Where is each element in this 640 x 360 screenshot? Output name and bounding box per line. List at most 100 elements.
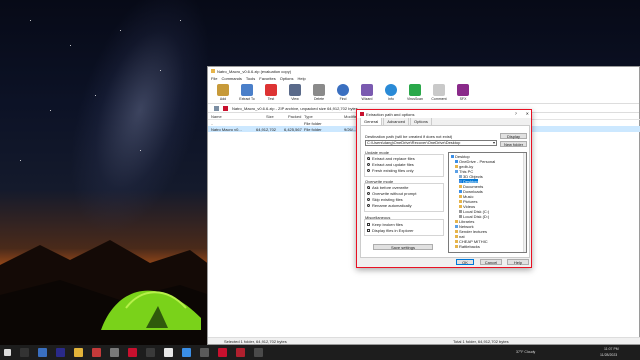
tree-node-downloads[interactable]: Downloads (459, 189, 483, 194)
update-option-2[interactable]: Extract and update files (367, 162, 414, 167)
col-size[interactable]: Size (266, 114, 274, 119)
radio-icon (367, 204, 370, 207)
tab-options[interactable]: Options (410, 117, 432, 125)
folder-icon (459, 179, 462, 183)
tree-node-this-pc[interactable]: This PC (455, 169, 473, 174)
up-folder-icon[interactable] (214, 105, 219, 111)
tree-node-3d-objects[interactable]: 3D Objects (459, 174, 483, 179)
close-icon[interactable]: ✕ (526, 111, 529, 116)
folder-icon (455, 234, 458, 238)
menu-commands[interactable]: Commands (221, 76, 241, 81)
tree-node-folder[interactable]: Rattlebacks (455, 244, 480, 249)
app-icon[interactable] (182, 348, 191, 357)
clock-date[interactable]: 11/28/2023 (600, 353, 617, 357)
search-icon[interactable] (20, 348, 29, 357)
tree-node-folder[interactable]: nat (455, 234, 465, 239)
app-icon[interactable] (74, 348, 83, 357)
folder-icon (459, 204, 462, 208)
tree-node-desktop-selected[interactable]: Desktop (459, 179, 478, 184)
update-option-1[interactable]: Extract and replace files (367, 156, 415, 161)
app-icon[interactable] (164, 348, 173, 357)
tree-node-local-disk-d[interactable]: Local Disk (D:) (459, 214, 489, 219)
window-titlebar: Natro_Macro_v0.6.6.zip (evaluation copy) (208, 67, 639, 75)
app-icon[interactable] (200, 348, 209, 357)
app-icon[interactable] (218, 348, 227, 357)
tree-node-network[interactable]: Network (455, 224, 474, 229)
chevron-down-icon[interactable]: ▾ (493, 141, 495, 145)
tab-general[interactable]: General (360, 117, 383, 125)
menu-favorites[interactable]: Favorites (259, 76, 275, 81)
dialog-body: Destination path (will be created if doe… (360, 125, 530, 258)
test-button[interactable]: Test (262, 82, 280, 101)
tree-scrollbar[interactable] (523, 153, 526, 252)
sfx-button[interactable]: SFX (454, 82, 472, 101)
clock-time[interactable]: 11:07 PM (604, 347, 619, 351)
tree-node-pictures[interactable]: Pictures (459, 199, 477, 204)
destination-path-input[interactable]: C:\Users\dang\OneDrive\Recover\OneDrive\… (365, 140, 497, 146)
tree-node-documents[interactable]: Documents (459, 184, 483, 189)
drive-icon (459, 214, 462, 218)
help-icon[interactable]: ? (515, 111, 517, 116)
add-button[interactable]: Add (214, 82, 232, 101)
display-in-explorer-checkbox[interactable]: Display files in Explorer (367, 228, 414, 233)
col-name[interactable]: Name (211, 114, 222, 119)
overwrite-option-3[interactable]: Skip existing files (367, 197, 403, 202)
app-icon[interactable] (236, 348, 245, 357)
tree-node-folder[interactable]: CHEAP MITHIC (455, 239, 488, 244)
extraction-dialog: Extraction path and options ? ✕ General … (356, 109, 532, 268)
tree-node-libraries[interactable]: Libraries (455, 219, 474, 224)
wizard-button[interactable]: Wizard (358, 82, 376, 101)
tree-node-music[interactable]: Music (459, 194, 473, 199)
app-icon[interactable] (92, 348, 101, 357)
star (140, 150, 141, 151)
tree-node-user[interactable]: gedb-ky (455, 164, 473, 169)
new-folder-button[interactable]: New folder (500, 141, 527, 147)
help-button[interactable]: Help (507, 259, 529, 265)
star (120, 30, 121, 31)
app-icon[interactable] (56, 348, 65, 357)
view-button[interactable]: View (286, 82, 304, 101)
taskbar: 37°F Cloudy 11:07 PM 11/28/2023 (0, 345, 640, 360)
virusscan-button[interactable]: VirusScan (406, 82, 424, 101)
app-icon[interactable] (128, 348, 137, 357)
computer-icon (455, 169, 458, 173)
cancel-button[interactable]: Cancel (480, 259, 502, 265)
tab-advanced[interactable]: Advanced (383, 117, 410, 125)
app-icon[interactable] (146, 348, 155, 357)
menu-tools[interactable]: Tools (246, 76, 255, 81)
info-button[interactable]: Info (382, 82, 400, 101)
start-icon[interactable] (4, 349, 11, 356)
comment-button[interactable]: Comment (430, 82, 448, 101)
overwrite-option-1[interactable]: Ask before overwrite (367, 185, 408, 190)
folder-icon (455, 239, 458, 243)
menu-file[interactable]: File (211, 76, 217, 81)
weather-text[interactable]: 37°F Cloudy (516, 350, 535, 354)
col-packed[interactable]: Packed (288, 114, 301, 119)
tree-node-local-disk-c[interactable]: Local Disk (C:) (459, 209, 489, 214)
find-button[interactable]: Find (334, 82, 352, 101)
menu-help[interactable]: Help (298, 76, 306, 81)
overwrite-option-2[interactable]: Overwrite without prompt (367, 191, 416, 196)
app-icon[interactable] (110, 348, 119, 357)
keep-broken-checkbox[interactable]: Keep broken files (367, 222, 403, 227)
folder-tree[interactable]: Desktop OneDrive - Personal gedb-ky This… (448, 152, 527, 253)
tree-node-videos[interactable]: Videos (459, 204, 475, 209)
col-type[interactable]: Type (304, 114, 313, 119)
overwrite-option-4[interactable]: Rename automatically (367, 203, 412, 208)
tree-node-folder[interactable]: Sender lectures (455, 229, 487, 234)
tree-node-onedrive[interactable]: OneDrive - Personal (455, 159, 495, 164)
menu-options[interactable]: Options (280, 76, 294, 81)
ok-button[interactable]: OK (456, 259, 474, 265)
display-button[interactable]: Display (500, 133, 527, 139)
delete-button[interactable]: Delete (310, 82, 328, 101)
tree-node-desktop[interactable]: Desktop (451, 154, 470, 159)
star (160, 70, 161, 71)
folder-icon (459, 194, 462, 198)
app-icon[interactable] (38, 348, 47, 357)
extract-to-button[interactable]: Extract To (238, 82, 256, 101)
app-icon[interactable] (254, 348, 263, 357)
radio-icon (367, 198, 370, 201)
update-option-3[interactable]: Fresh existing files only (367, 168, 414, 173)
save-settings-button[interactable]: Save settings (373, 244, 433, 250)
cloud-icon (455, 159, 458, 163)
